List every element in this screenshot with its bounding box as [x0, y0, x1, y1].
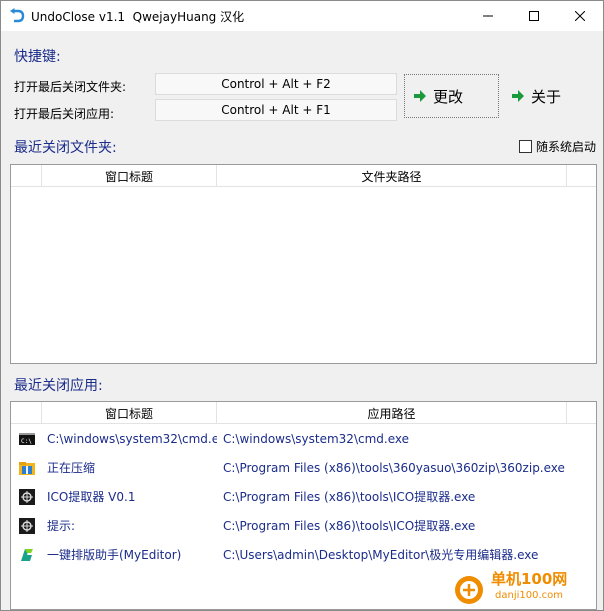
table-row[interactable]: C:\ C:\windows\system32\cmd.e C:\windows…: [11, 424, 596, 453]
app-hotkey-field[interactable]: Control + Alt + F1: [155, 99, 397, 121]
close-icon: [575, 11, 585, 21]
maximize-button[interactable]: [511, 1, 557, 31]
recent-apps-heading: 最近关闭应用:: [14, 378, 103, 394]
folders-col-window-title[interactable]: 窗口标题: [42, 165, 217, 187]
myeditor-icon: [21, 548, 33, 561]
app-window: UndoClose v1.1 QwejayHuang 汉化 快捷键: 打开最后关…: [0, 0, 604, 611]
undo-arrow-icon: [10, 8, 25, 23]
table-row[interactable]: 正在压缩 C:\Program Files (x86)\tools\360yas…: [11, 453, 596, 482]
window-title: UndoClose v1.1 QwejayHuang 汉化: [31, 9, 245, 24]
green-arrow-icon: [512, 90, 524, 102]
table-row[interactable]: 一键排版助手(MyEditor) C:\Users\admin\Desktop\…: [11, 540, 596, 569]
site-watermark: 单机100网 danji100.com: [451, 568, 601, 608]
archive-folder-icon: [19, 461, 35, 475]
apps-col-window-title[interactable]: 窗口标题: [42, 402, 217, 424]
minimize-button[interactable]: [465, 1, 511, 31]
autostart-checkbox-box[interactable]: [519, 140, 532, 153]
change-button[interactable]: 更改: [404, 74, 499, 118]
row-window-title: 正在压缩: [47, 461, 96, 475]
row-window-title: 一键排版助手(MyEditor): [47, 548, 182, 562]
app-hotkey-label: 打开最后关闭应用:: [14, 107, 115, 121]
folders-col-path[interactable]: 文件夹路径: [217, 165, 567, 187]
watermark-site-name: 单机100网: [491, 570, 568, 588]
row-path: C:\Program Files (x86)\tools\ICO提取器.exe: [223, 519, 476, 533]
about-button[interactable]: 关于: [511, 82, 561, 110]
row-path: C:\Program Files (x86)\tools\ICO提取器.exe: [223, 490, 476, 504]
ico-extractor-icon: [19, 488, 35, 505]
hotkeys-heading: 快捷键:: [14, 49, 61, 65]
title-bar[interactable]: UndoClose v1.1 QwejayHuang 汉化: [1, 1, 603, 31]
cmd-icon: C:\: [19, 432, 35, 445]
header-spacer[interactable]: [11, 402, 42, 424]
recent-folders-heading: 最近关闭文件夹:: [14, 140, 117, 156]
row-window-title: ICO提取器 V0.1: [47, 490, 136, 504]
about-button-label: 关于: [531, 87, 562, 106]
svg-text:C:\: C:\: [21, 438, 32, 445]
autostart-label: 随系统启动: [536, 140, 597, 154]
apps-list-header: 窗口标题 应用路径: [11, 402, 596, 424]
change-button-label: 更改: [433, 87, 464, 106]
header-spacer[interactable]: [11, 165, 42, 187]
minimize-icon: [483, 15, 493, 17]
folder-hotkey-field[interactable]: Control + Alt + F2: [155, 73, 397, 95]
green-arrow-icon: [414, 90, 426, 102]
table-row[interactable]: ICO提取器 V0.1 C:\Program Files (x86)\tools…: [11, 482, 596, 511]
folders-list-header: 窗口标题 文件夹路径: [11, 165, 596, 187]
maximize-icon: [529, 11, 539, 21]
row-window-title: C:\windows\system32\cmd.e: [47, 431, 217, 446]
watermark-site-url: danji100.com: [495, 590, 563, 601]
apps-col-path[interactable]: 应用路径: [217, 402, 567, 424]
row-path: C:\Users\admin\Desktop\MyEditor\极光专用编辑器.…: [223, 548, 539, 562]
row-window-title: 提示:: [47, 519, 76, 533]
close-button[interactable]: [557, 1, 603, 31]
row-path: C:\windows\system32\cmd.exe: [223, 431, 409, 446]
autostart-checkbox[interactable]: 随系统启动: [519, 138, 596, 155]
ico-extractor-icon: [19, 517, 35, 534]
table-row[interactable]: 提示: C:\Program Files (x86)\tools\ICO提取器.…: [11, 511, 596, 540]
folder-hotkey-label: 打开最后关闭文件夹:: [14, 80, 127, 94]
row-path: C:\Program Files (x86)\tools\360yasuo\36…: [223, 460, 565, 475]
recent-folders-list[interactable]: 窗口标题 文件夹路径: [10, 164, 597, 364]
